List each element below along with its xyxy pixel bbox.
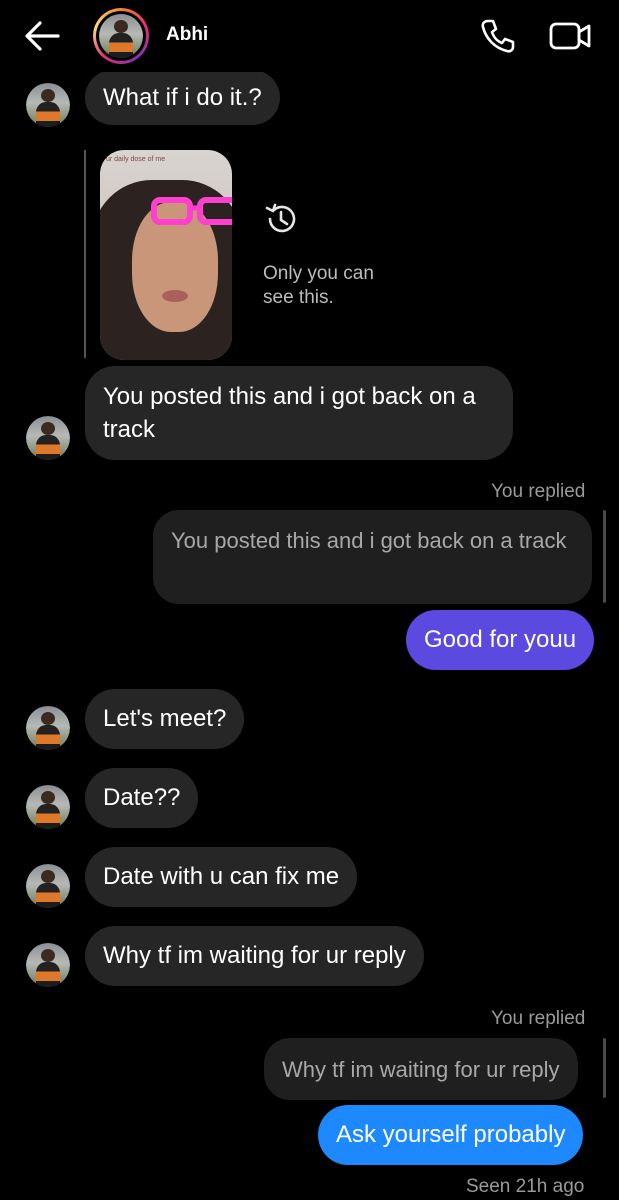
sender-avatar[interactable] (26, 943, 70, 987)
message-bubble-outgoing[interactable]: Good for youu (406, 610, 595, 670)
sunglasses-sticker (151, 197, 232, 225)
story-thumbnail[interactable]: ur daily dose of me (100, 150, 232, 360)
contact-avatar[interactable] (93, 8, 149, 64)
story-caption: ur daily dose of me (106, 156, 166, 163)
sender-avatar[interactable] (26, 706, 70, 750)
story-reply-bar (84, 150, 86, 358)
quoted-message[interactable]: Why tf im waiting for ur reply (264, 1038, 578, 1100)
message-bubble[interactable]: Date with u can fix me (85, 847, 358, 907)
contact-name[interactable]: Abhi (166, 24, 208, 46)
quote-bar (603, 1038, 606, 1098)
quoted-message[interactable]: You posted this and i got back on a trac… (153, 510, 592, 604)
message-bubble[interactable]: Let's meet? (85, 689, 245, 749)
back-arrow-icon[interactable] (22, 18, 62, 54)
message-bubble-outgoing[interactable]: Ask yourself probably (318, 1105, 584, 1165)
sender-avatar[interactable] (26, 785, 70, 829)
story-status-text: Only you can see this. (263, 263, 374, 308)
replied-label: You replied (491, 481, 586, 502)
seen-status: Seen 21h ago (466, 1176, 585, 1197)
history-icon (265, 203, 296, 233)
sender-avatar[interactable] (26, 83, 70, 127)
quote-bar (603, 510, 606, 603)
message-bubble[interactable]: Date?? (85, 768, 199, 828)
message-bubble[interactable]: Why tf im waiting for ur reply (85, 926, 424, 986)
replied-label: You replied (491, 1008, 586, 1029)
phone-icon[interactable] (478, 17, 516, 55)
chat-header: Abhi (0, 0, 619, 72)
sender-avatar[interactable] (26, 416, 70, 460)
message-bubble[interactable]: What if i do it.? (85, 70, 280, 125)
message-bubble[interactable]: You posted this and i got back on a trac… (85, 366, 513, 460)
sender-avatar[interactable] (26, 864, 70, 908)
video-camera-icon[interactable] (548, 17, 592, 55)
